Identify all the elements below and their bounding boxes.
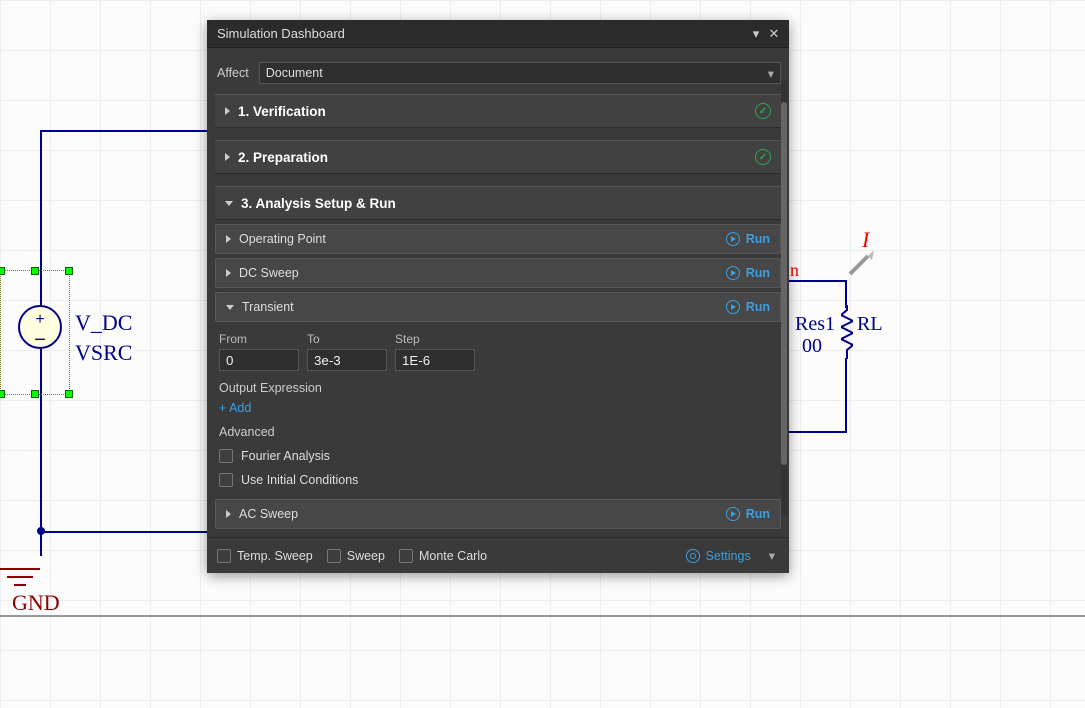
resize-handle[interactable] <box>0 390 5 398</box>
chevron-down-icon: ▾ <box>768 66 774 81</box>
res-val-label[interactable]: 00 <box>802 335 822 358</box>
sweep-checkbox[interactable] <box>327 549 341 563</box>
run-button-transient[interactable]: Run <box>726 300 770 314</box>
resize-handle[interactable] <box>31 267 39 275</box>
temp-sweep-label: Temp. Sweep <box>237 549 313 563</box>
play-icon <box>726 232 740 246</box>
section-label: 3. Analysis Setup & Run <box>241 196 396 211</box>
gnd-label: GND <box>12 590 60 616</box>
section-verification[interactable]: 1. Verification <box>215 94 781 128</box>
resize-handle[interactable] <box>0 267 5 275</box>
wire <box>845 280 847 308</box>
settings-link[interactable]: Settings <box>686 549 751 563</box>
section-label: 1. Verification <box>238 104 326 119</box>
affect-label: Affect <box>217 66 249 80</box>
caret-right-icon <box>226 510 231 518</box>
sub-label: Operating Point <box>239 232 326 246</box>
close-icon[interactable]: ✕ <box>765 25 783 43</box>
resistor-symbol[interactable] <box>841 305 853 359</box>
run-button-ac[interactable]: Run <box>726 507 770 521</box>
res-ref-label[interactable]: Res1 <box>795 313 835 336</box>
affect-select[interactable]: Document ▾ <box>259 62 781 84</box>
wire <box>789 431 847 433</box>
monte-carlo-checkbox[interactable] <box>399 549 413 563</box>
panel-title: Simulation Dashboard <box>217 26 345 41</box>
from-label: From <box>219 332 299 346</box>
step-label: Step <box>395 332 475 346</box>
partial-label: n <box>790 260 799 281</box>
resize-handle[interactable] <box>31 390 39 398</box>
transient-body: From To Step Output Expression + Add Adv… <box>215 322 781 495</box>
panel-scrollbar[interactable] <box>781 80 787 515</box>
run-button-dc[interactable]: Run <box>726 266 770 280</box>
resize-handle[interactable] <box>65 267 73 275</box>
sub-transient[interactable]: Transient Run <box>215 292 781 322</box>
advanced-label: Advanced <box>219 425 777 439</box>
probe-icon[interactable] <box>848 250 874 281</box>
to-input[interactable] <box>307 349 387 371</box>
monte-carlo-label: Monte Carlo <box>419 549 487 563</box>
to-label: To <box>307 332 387 346</box>
output-expression-label: Output Expression <box>219 381 777 395</box>
sub-label: DC Sweep <box>239 266 299 280</box>
caret-down-icon <box>226 305 234 310</box>
panel-titlebar[interactable]: Simulation Dashboard ▾ ✕ <box>207 20 789 48</box>
sub-dc-sweep[interactable]: DC Sweep Run <box>215 258 781 288</box>
caret-right-icon <box>225 153 230 161</box>
vsrc-type-label[interactable]: VSRC <box>75 340 132 366</box>
affect-value: Document <box>266 66 323 80</box>
initial-conditions-checkbox[interactable] <box>219 473 233 487</box>
from-input[interactable] <box>219 349 299 371</box>
sub-label: Transient <box>242 300 294 314</box>
gear-icon <box>686 549 700 563</box>
wire <box>40 130 208 132</box>
sub-operating-point[interactable]: Operating Point Run <box>215 224 781 254</box>
res-name-label[interactable]: RL <box>857 313 883 336</box>
status-ok-icon <box>755 103 771 119</box>
sub-ac-sweep[interactable]: AC Sweep Run <box>215 499 781 529</box>
vsrc-ref-label[interactable]: V_DC <box>75 310 132 336</box>
fourier-label: Fourier Analysis <box>241 449 330 463</box>
section-preparation[interactable]: 2. Preparation <box>215 140 781 174</box>
wire <box>40 531 208 533</box>
play-icon <box>726 507 740 521</box>
section-label: 2. Preparation <box>238 150 328 165</box>
step-input[interactable] <box>395 349 475 371</box>
sweep-label: Sweep <box>347 549 385 563</box>
junction-dot <box>37 527 45 535</box>
caret-right-icon <box>226 235 231 243</box>
plus-icon: + <box>35 311 44 329</box>
caret-down-icon <box>225 201 233 206</box>
resize-handle[interactable] <box>65 390 73 398</box>
voltage-source-symbol[interactable]: + − <box>18 305 62 349</box>
caret-right-icon <box>225 107 230 115</box>
play-icon <box>726 300 740 314</box>
footer-chevron-icon[interactable]: ▾ <box>765 548 779 563</box>
fourier-checkbox[interactable] <box>219 449 233 463</box>
section-analysis[interactable]: 3. Analysis Setup & Run <box>215 186 781 220</box>
play-icon <box>726 266 740 280</box>
initial-conditions-label: Use Initial Conditions <box>241 473 358 487</box>
minus-icon: − <box>34 335 46 345</box>
add-expression-link[interactable]: + Add <box>219 401 777 415</box>
dropdown-icon[interactable]: ▾ <box>747 25 765 43</box>
run-button-op[interactable]: Run <box>726 232 770 246</box>
temp-sweep-checkbox[interactable] <box>217 549 231 563</box>
simulation-dashboard-panel: Simulation Dashboard ▾ ✕ Affect Document… <box>207 20 789 573</box>
scrollbar-thumb[interactable] <box>781 102 787 465</box>
caret-right-icon <box>226 269 231 277</box>
sub-label: AC Sweep <box>239 507 298 521</box>
wire <box>845 358 847 433</box>
status-ok-icon <box>755 149 771 165</box>
